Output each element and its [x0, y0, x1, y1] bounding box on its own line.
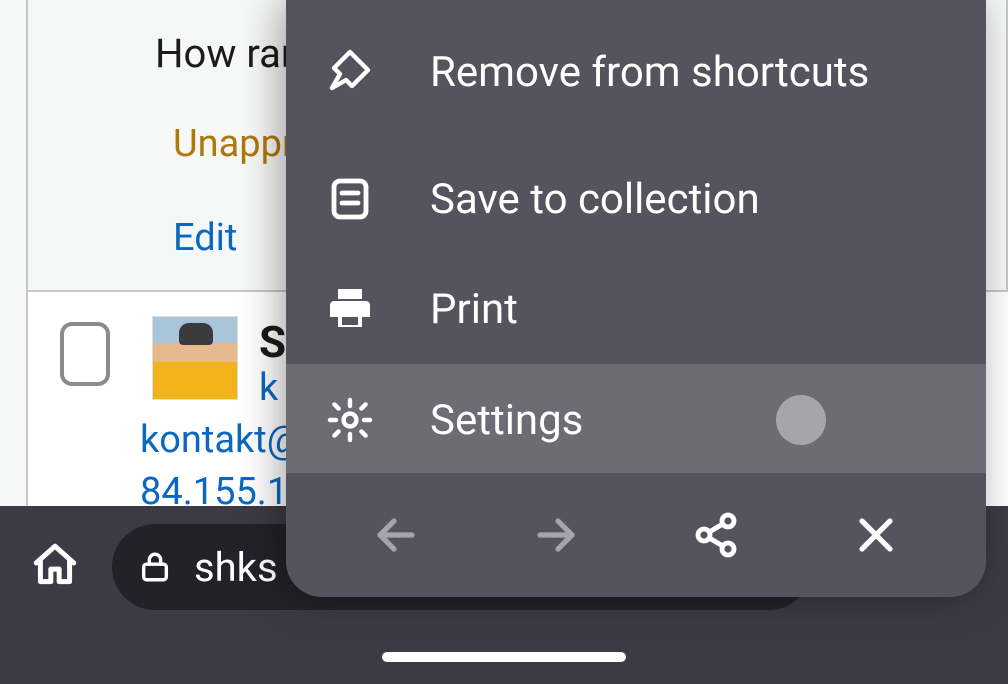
- comment-title: How ran: [155, 30, 303, 77]
- back-button[interactable]: [372, 511, 420, 559]
- avatar: [152, 316, 238, 400]
- row-checkbox[interactable]: [60, 322, 110, 386]
- browser-menu-panel: Remove from shortcuts Save to collection…: [286, 0, 986, 597]
- menu-label: Save to collection: [430, 175, 760, 224]
- arrow-right-icon: [532, 511, 580, 559]
- menu-print[interactable]: Print: [286, 254, 986, 364]
- gesture-bar: [382, 652, 626, 662]
- author-link-fragment[interactable]: k: [259, 366, 278, 410]
- lock-icon: [138, 548, 172, 586]
- edit-link[interactable]: Edit: [173, 216, 237, 260]
- menu-label: Print: [430, 285, 518, 334]
- author-email-fragment[interactable]: kontakt@: [140, 418, 301, 462]
- print-icon: [326, 285, 374, 333]
- forward-button[interactable]: [532, 511, 580, 559]
- pin-remove-icon: [326, 48, 374, 96]
- menu-label: Settings: [430, 396, 583, 445]
- home-button[interactable]: [30, 540, 80, 590]
- share-icon: [692, 511, 740, 559]
- menu-remove-shortcuts[interactable]: Remove from shortcuts: [286, 0, 986, 144]
- status-unapproved[interactable]: Unappr: [173, 122, 295, 166]
- collection-icon: [326, 175, 374, 223]
- home-icon: [30, 540, 80, 590]
- share-button[interactable]: [692, 511, 740, 559]
- arrow-left-icon: [372, 511, 420, 559]
- menu-save-collection[interactable]: Save to collection: [286, 144, 986, 254]
- close-menu-button[interactable]: [852, 511, 900, 559]
- menu-label: Remove from shortcuts: [430, 48, 869, 97]
- tap-indicator: [776, 395, 826, 445]
- url-text: shks: [194, 544, 278, 591]
- menu-footer: [286, 473, 986, 597]
- author-name-fragment: S: [259, 316, 286, 368]
- gear-icon: [326, 396, 374, 444]
- close-icon: [852, 511, 900, 559]
- menu-settings[interactable]: Settings: [286, 364, 986, 476]
